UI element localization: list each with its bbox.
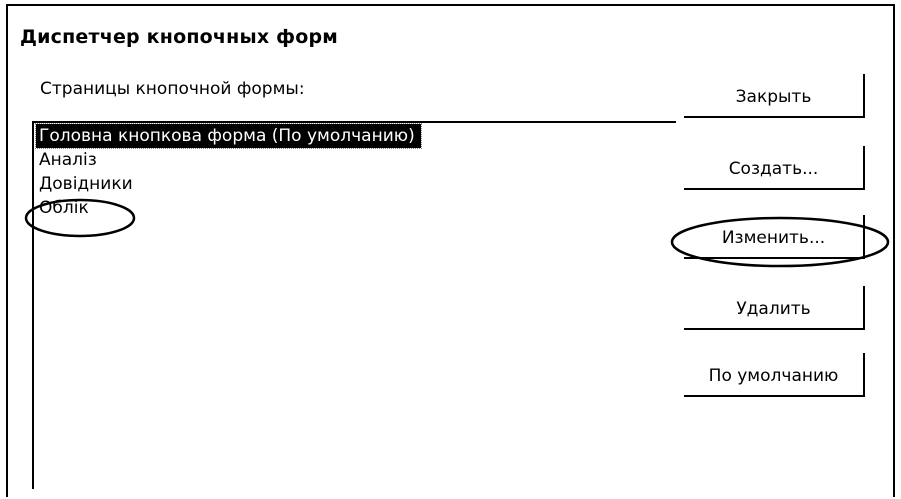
pages-listbox[interactable]: Головна кнопкова форма (По умолчанию) Ан… bbox=[32, 121, 676, 489]
pages-list: Головна кнопкова форма (По умолчанию) Ан… bbox=[35, 123, 422, 220]
list-item-accounting[interactable]: Облік bbox=[36, 196, 421, 220]
list-item-directories[interactable]: Довідники bbox=[36, 172, 421, 196]
switchboard-manager-dialog: Диспетчер кнопочных форм Страницы кнопоч… bbox=[6, 4, 895, 497]
create-button[interactable]: Создать... bbox=[684, 146, 865, 190]
pages-list-label: Страницы кнопочной формы: bbox=[40, 79, 305, 99]
edit-button[interactable]: Изменить... bbox=[684, 215, 865, 259]
close-button[interactable]: Закрыть bbox=[684, 74, 865, 118]
dialog-title: Диспетчер кнопочных форм bbox=[20, 26, 338, 48]
list-item-analysis[interactable]: Аналіз bbox=[36, 148, 421, 172]
default-button[interactable]: По умолчанию bbox=[684, 353, 865, 397]
delete-button[interactable]: Удалить bbox=[684, 286, 865, 330]
list-item-main-switchboard[interactable]: Головна кнопкова форма (По умолчанию) bbox=[35, 123, 422, 149]
